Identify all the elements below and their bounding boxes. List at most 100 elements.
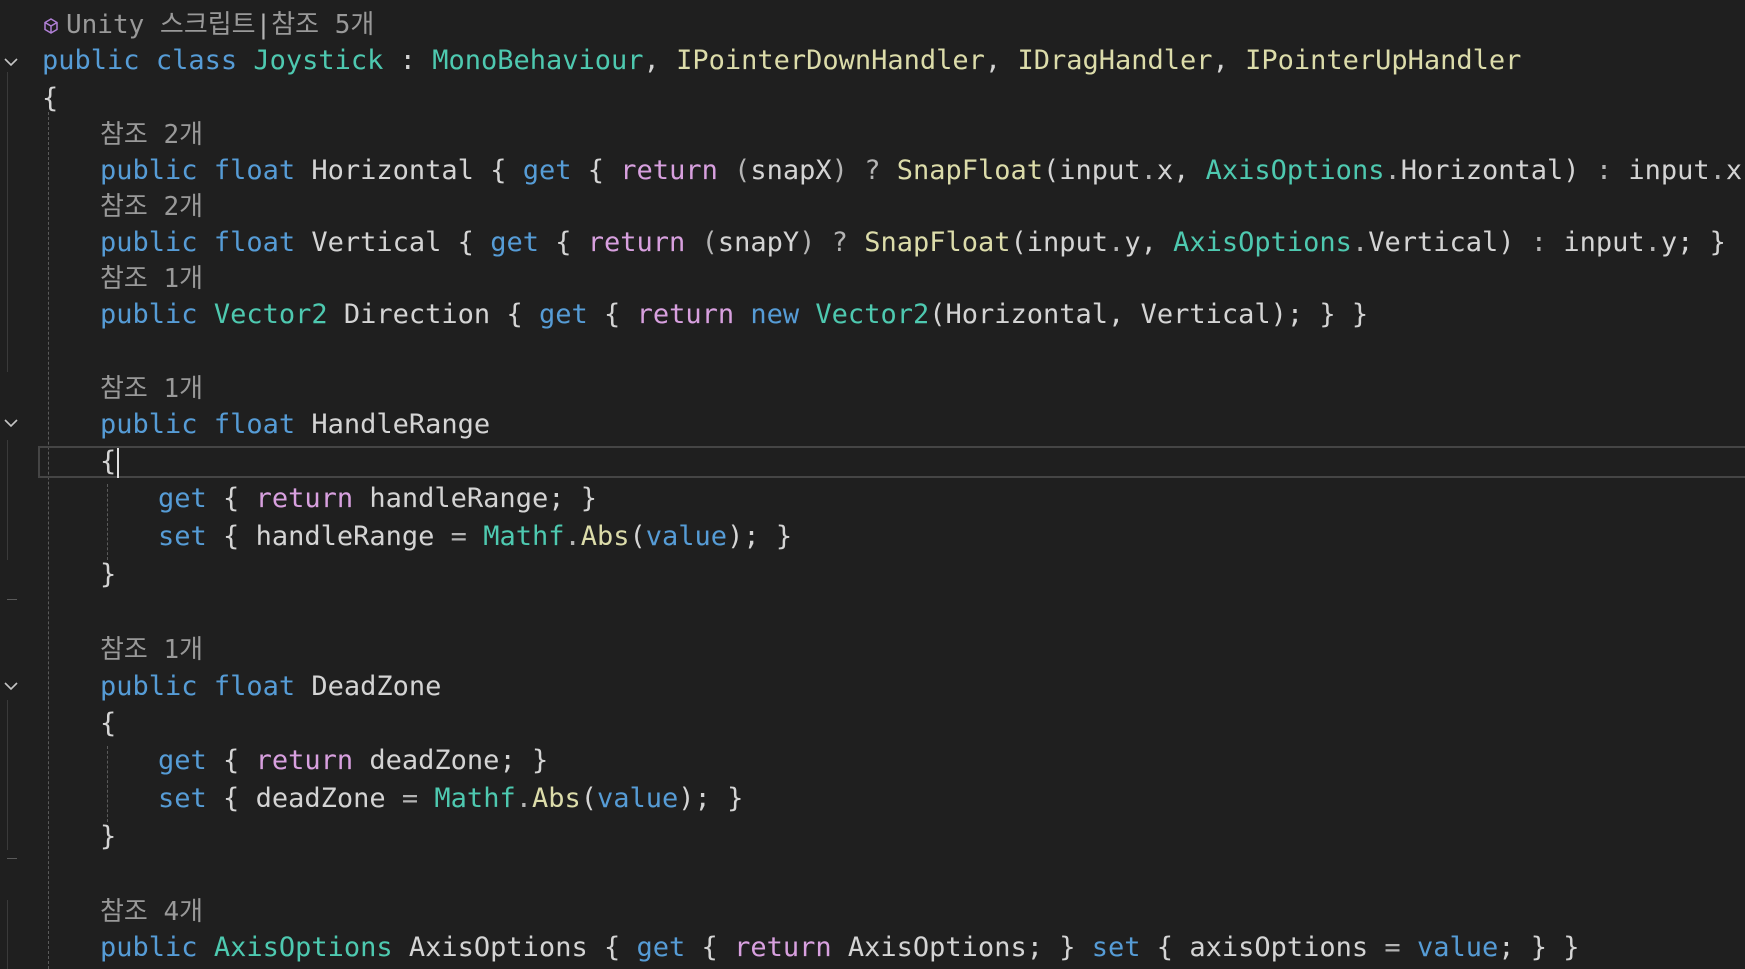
token-identifier: Vertical [1368,227,1499,258]
token-keyword: public [100,155,198,186]
token-method: SnapFloat [864,227,1011,258]
codelens-refs[interactable]: 참조 1개 [100,631,1745,669]
code-line[interactable]: { [42,80,1745,118]
code-line[interactable]: public AxisOptions AxisOptions { get { r… [100,929,1745,967]
token-keyword: float [213,409,296,440]
token-identifier: x [1156,155,1174,186]
token-control: return [255,745,354,776]
code-line[interactable]: { [100,705,1745,743]
token-method: Abs [580,521,630,552]
code-line[interactable]: } [100,556,1745,594]
token-keyword: public [100,299,198,330]
token-type: Mathf [483,521,565,552]
token-keyword: public [100,227,198,258]
code-editor[interactable]: Unity 스크립트|참조 5개 public class Joystick :… [0,0,1745,969]
codelens-unity-label: Unity 스크립트 [66,10,256,40]
code-line[interactable]: } [100,818,1745,856]
fold-region-line [7,440,8,560]
token-keyword: set [158,783,207,814]
fold-region-line [7,72,8,372]
token-type: Mathf [434,783,516,814]
token-control: return [255,483,354,514]
chevron-down-icon[interactable] [2,414,20,432]
code-line[interactable]: set { handleRange = Mathf.Abs(value); } [158,518,1745,556]
fold-region-end [7,599,17,600]
fold-region-line [7,900,8,969]
token-keyword: float [213,155,296,186]
token-property: Direction [343,299,491,330]
token-identifier: input [1059,155,1141,186]
code-line[interactable]: public Vector2 Direction { get { return … [100,296,1745,334]
token-keyword: class [155,45,238,76]
token-keyword: float [213,671,296,702]
token-keyword: new [750,299,800,330]
token-keyword: public [100,409,198,440]
token-keyword: public [42,45,140,76]
token-identifier: Horizontal [945,299,1109,330]
token-control: return [587,227,686,258]
token-type: AxisOptions [213,932,393,963]
code-line[interactable]: public class Joystick : MonoBehaviour, I… [42,42,1745,80]
token-keyword: get [522,155,572,186]
token-keyword: public [100,932,198,963]
token-interface: IPointerDownHandler [676,45,985,76]
token-control: return [734,932,832,963]
token-method: Abs [531,783,581,814]
token-class-name: Joystick [253,45,384,76]
token-identifier: Vertical [1140,299,1271,330]
code-line[interactable]: public float DeadZone [100,668,1745,706]
code-line[interactable]: public float Vertical { get { return (sn… [100,224,1745,262]
unity-cube-icon [44,17,58,34]
token-identifier: deadZone [255,783,386,814]
token-property: Horizontal [311,155,474,186]
code-line[interactable]: public float HandleRange [100,406,1745,444]
token-type: AxisOptions [1173,227,1352,258]
token-identifier: y [1660,227,1678,258]
indent-guide [107,746,108,822]
token-identifier: x [1725,155,1743,186]
chevron-down-icon[interactable] [2,677,20,695]
token-interface: IDragHandler [1017,45,1213,76]
token-type: Vector2 [815,299,930,330]
code-line[interactable]: get { return deadZone; } [158,742,1745,780]
code-line[interactable]: public float Horizontal { get { return (… [100,152,1745,190]
token-identifier: axisOptions [1189,932,1369,963]
codelens-refs[interactable]: 참조 5개 [271,10,374,40]
codelens-refs[interactable]: 참조 1개 [100,260,1745,298]
token-keyword: public [100,671,198,702]
chevron-down-icon[interactable] [2,53,20,71]
codelens-refs[interactable]: 참조 2개 [100,188,1745,226]
token-identifier: handleRange [369,483,549,514]
code-line[interactable]: { [100,443,1745,481]
fold-region-line [7,700,8,850]
token-identifier: AxisOptions [847,932,1027,963]
token-type: AxisOptions [1205,155,1385,186]
token-property: DeadZone [311,671,442,702]
code-line[interactable]: get { return handleRange; } [158,480,1745,518]
token-keyword: get [158,483,207,514]
token-keyword: set [158,521,207,552]
token-keyword: value [1416,932,1499,963]
codelens-refs[interactable]: 참조 2개 [100,116,1745,154]
token-identifier: deadZone [369,745,500,776]
token-keyword: value [645,521,728,552]
token-type: Vector2 [213,299,328,330]
code-line[interactable]: set { deadZone = Mathf.Abs(value); } [158,780,1745,818]
token-identifier: snapX [750,155,832,186]
token-identifier: y [1124,227,1141,258]
token-control: return [636,299,735,330]
token-keyword: get [490,227,539,258]
token-property: HandleRange [311,409,491,440]
token-keyword: get [538,299,588,330]
token-control: return [620,155,718,186]
codelens-refs[interactable]: 참조 4개 [100,893,1745,931]
token-property: Vertical [311,227,442,258]
token-method: SnapFloat [896,155,1044,186]
token-identifier: input [1026,227,1109,258]
token-identifier: handleRange [255,521,435,552]
token-type: MonoBehaviour [432,45,644,76]
codelens-class[interactable]: Unity 스크립트|참조 5개 [42,6,1745,44]
codelens-refs[interactable]: 참조 1개 [100,370,1745,408]
token-identifier: input [1628,155,1710,186]
token-identifier: snapY [717,227,800,258]
